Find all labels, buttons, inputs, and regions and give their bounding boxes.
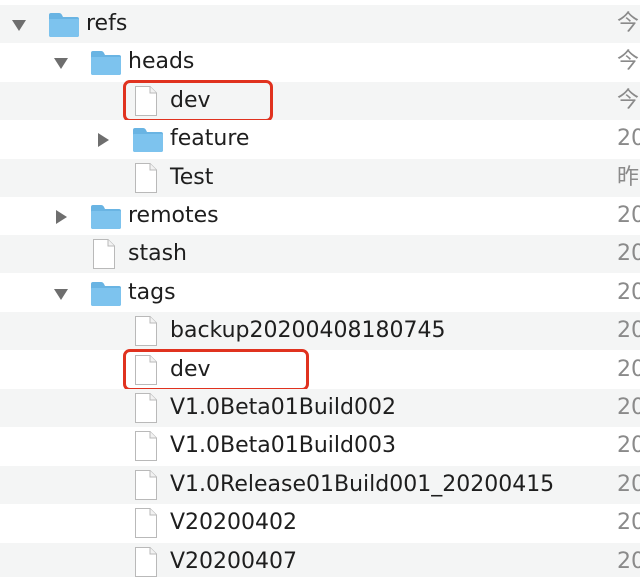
date-modified: 20 [617, 279, 640, 305]
item-name: feature [170, 126, 250, 152]
list-item[interactable]: Test 昨 [0, 158, 640, 197]
file-icon [133, 354, 159, 386]
list-item[interactable]: stash 20 [0, 235, 640, 274]
date-modified: 20 [617, 548, 640, 574]
list-item[interactable]: tags 20 [0, 273, 640, 312]
item-name: backup20200408180745 [170, 318, 446, 344]
date-modified: 20 [617, 126, 640, 152]
date-modified: 20 [617, 318, 640, 344]
file-icon [133, 392, 159, 424]
date-modified: 今 [617, 11, 640, 36]
date-modified: 20 [617, 356, 640, 382]
item-name: V1.0Beta01Build002 [170, 395, 396, 420]
item-name: V1.0Beta01Build003 [170, 433, 396, 459]
disclosure-open-icon[interactable] [52, 54, 70, 72]
item-name: heads [128, 49, 195, 75]
folder-icon [47, 12, 81, 38]
date-modified: 今 [617, 87, 640, 113]
disclosure-open-icon[interactable] [10, 16, 28, 34]
date-modified: 20 [617, 395, 640, 420]
item-name: refs [86, 11, 128, 36]
folder-icon [89, 204, 123, 230]
list-item[interactable]: V20200407 20 [0, 542, 640, 577]
list-item[interactable]: heads 今 [0, 43, 640, 82]
date-modified: 20 [617, 203, 640, 228]
list-item[interactable]: V20200402 20 [0, 504, 640, 543]
date-modified: 昨 [617, 164, 640, 190]
date-modified: 今 [617, 49, 640, 75]
item-name: V20200402 [170, 510, 298, 536]
list-item[interactable]: V1.0Beta01Build003 20 [0, 427, 640, 466]
list-item[interactable]: feature 20 [0, 120, 640, 159]
folder-icon [89, 50, 123, 76]
date-modified: 20 [617, 471, 640, 497]
date-modified: 20 [617, 433, 640, 459]
list-item[interactable]: remotes 20 [0, 197, 640, 235]
disclosure-open-icon[interactable] [52, 285, 70, 303]
date-modified: 20 [617, 510, 640, 536]
list-item[interactable]: refs 今 [0, 5, 640, 43]
item-name: V20200407 [170, 548, 298, 574]
disclosure-closed-icon[interactable] [52, 208, 70, 226]
file-list: refs 今 heads 今 dev 今 feature 20 Test 昨 remotes 20st… [0, 0, 640, 577]
list-item[interactable]: backup20200408180745 20 [0, 312, 640, 351]
file-icon [133, 430, 159, 462]
item-name: dev [170, 87, 211, 113]
list-item[interactable]: dev 20 [0, 350, 640, 389]
folder-icon [89, 281, 123, 307]
item-name: dev [170, 356, 211, 382]
disclosure-closed-icon[interactable] [94, 131, 112, 149]
item-name: stash [128, 241, 187, 267]
file-icon [91, 238, 117, 270]
folder-icon [131, 127, 165, 153]
file-icon [133, 315, 159, 347]
file-icon [133, 162, 159, 194]
list-item[interactable]: dev 今 [0, 81, 640, 120]
file-icon [133, 469, 159, 501]
item-name: Test [170, 164, 214, 190]
item-name: tags [128, 279, 176, 305]
file-icon [133, 85, 159, 117]
file-icon [133, 546, 159, 577]
item-name: remotes [128, 203, 219, 228]
list-item[interactable]: V1.0Beta01Build002 20 [0, 389, 640, 427]
item-name: V1.0Release01Build001_20200415 [170, 471, 555, 497]
file-icon [133, 507, 159, 539]
list-item[interactable]: V1.0Release01Build001_20200415 20 [0, 465, 640, 504]
date-modified: 20 [617, 241, 640, 267]
